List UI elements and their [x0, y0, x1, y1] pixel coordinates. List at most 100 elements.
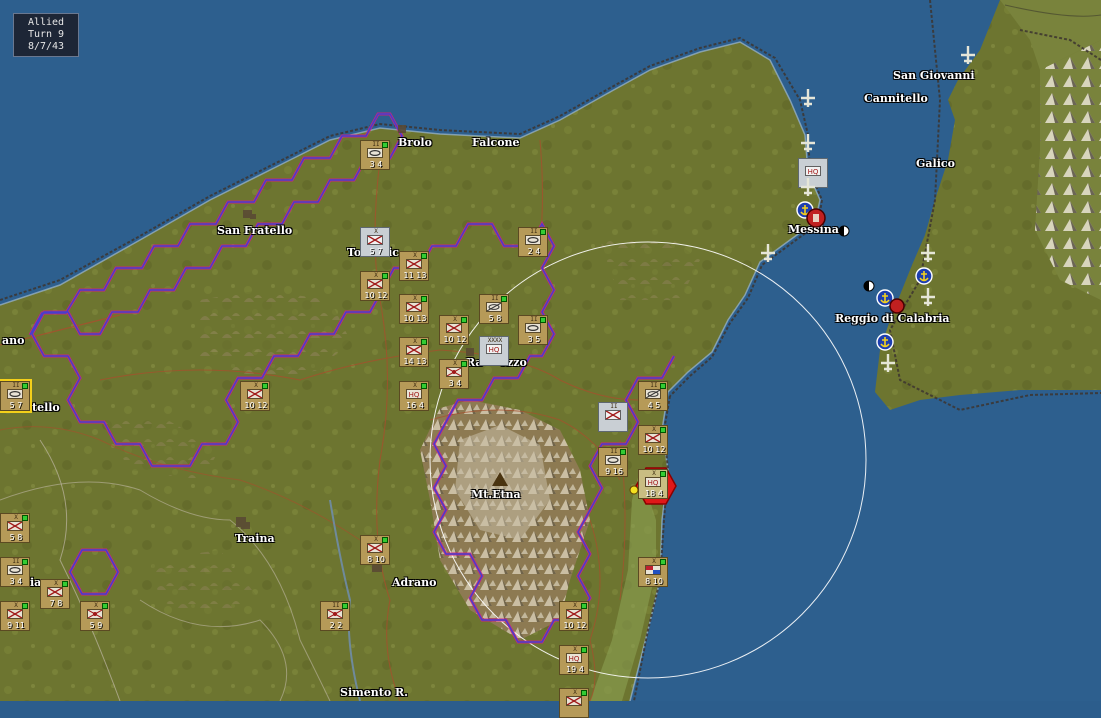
unit-strength-label: 14 13: [403, 357, 427, 366]
unit-counter-infantry[interactable]: II: [598, 402, 628, 432]
airfield-icon[interactable]: [798, 88, 818, 112]
unit-counter-flag[interactable]: X8 10: [638, 557, 668, 587]
unit-counter-infantry[interactable]: X 10 12: [360, 271, 390, 301]
unit-counter-infantry[interactable]: X 10 12: [638, 425, 668, 455]
armor-symbol-icon: [525, 323, 541, 333]
unit-counter-recon[interactable]: II 5 8: [479, 294, 509, 324]
infantry-symbol-icon: [605, 410, 621, 420]
armor-symbol-icon: [7, 565, 23, 575]
unit-counter-infantry[interactable]: X 10 12: [240, 381, 270, 411]
supply-status-icon: [262, 383, 268, 389]
unit-counter-artillery[interactable]: II 2 2: [320, 601, 350, 631]
game-map[interactable]: [0, 0, 1101, 701]
unit-counter-infantry[interactable]: X 10 13: [399, 294, 429, 324]
airfield-icon[interactable]: [758, 243, 778, 267]
infantry-symbol-icon: [566, 696, 582, 706]
unit-strength-label: 10 12: [563, 621, 587, 630]
svg-text:HQ: HQ: [409, 391, 420, 398]
unit-counter-armor[interactable]: II 3 4: [360, 140, 390, 170]
airfield-icon[interactable]: [798, 177, 818, 201]
unit-counter-infantry[interactable]: X: [559, 688, 589, 718]
supply-status-icon: [382, 537, 388, 543]
city-target-icon[interactable]: [805, 207, 827, 233]
unit-strength-label: 4 5: [647, 401, 661, 410]
place-label: Falcone: [472, 136, 520, 149]
place-label: Brolo: [398, 136, 432, 149]
place-label: tello: [32, 401, 60, 414]
port-anchor-icon[interactable]: [876, 333, 894, 355]
unit-strength-label: 8 10: [367, 555, 385, 564]
unit-counter-armor[interactable]: II 3 5: [518, 315, 548, 345]
unit-strength-label: 5 8: [9, 533, 23, 542]
infantry-symbol-icon: [47, 587, 63, 597]
infantry-symbol-icon: [446, 323, 462, 333]
airfield-icon[interactable]: [798, 133, 818, 157]
hq-symbol-icon: HQ: [486, 344, 502, 354]
unit-counter-hq[interactable]: X HQ 16 4: [399, 381, 429, 411]
unit-counter-infantry[interactable]: X5 8: [0, 513, 30, 543]
supply-status-icon: [660, 383, 666, 389]
recon-symbol-icon: [486, 302, 502, 312]
infantry-symbol-icon: [7, 521, 23, 531]
unit-counter-infantry[interactable]: X 10 12: [439, 315, 469, 345]
airfield-icon[interactable]: [918, 287, 938, 311]
unit-counter-infantry[interactable]: X 11 13: [399, 251, 429, 281]
unit-counter-hq[interactable]: XXXX HQ: [479, 336, 509, 366]
recon-symbol-icon: [645, 389, 661, 399]
supply-status-icon: [22, 515, 28, 521]
unit-counter-armor[interactable]: II 5 7: [0, 379, 32, 413]
artillery-symbol-icon: [327, 609, 343, 619]
unit-counter-hq[interactable]: X HQ 19 4: [559, 645, 589, 675]
svg-text:HQ: HQ: [569, 655, 580, 662]
half-moon-icon: [838, 222, 850, 241]
supply-status-icon: [382, 273, 388, 279]
infantry-symbol-icon: [7, 609, 23, 619]
place-label: San Giovanni: [893, 69, 975, 82]
unit-counter-armor[interactable]: II 9 16: [598, 447, 628, 477]
supply-status-icon: [581, 690, 587, 696]
unit-counter-infantry[interactable]: X 14 13: [399, 337, 429, 367]
unit-strength-label: 5 8: [488, 314, 502, 323]
supply-status-icon: [382, 142, 388, 148]
supply-status-icon: [22, 383, 28, 389]
unit-counter-artillery[interactable]: X5 9: [80, 601, 110, 631]
airfield-icon[interactable]: [878, 353, 898, 377]
place-label: Simento R.: [340, 686, 408, 699]
unit-strength-label: 10 12: [244, 401, 268, 410]
supply-status-icon: [581, 647, 587, 653]
place-label: Cannitello: [864, 92, 928, 105]
supply-status-icon: [581, 603, 587, 609]
place-label: Traina: [235, 532, 275, 545]
supply-status-icon: [421, 296, 427, 302]
unit-counter-armor[interactable]: II 2 4: [518, 227, 548, 257]
unit-counter-infantry[interactable]: X8 10: [360, 535, 390, 565]
unit-strength-label: 5 9: [89, 621, 103, 630]
city-target-icon[interactable]: [888, 297, 906, 319]
unit-counter-recon[interactable]: II 4 5: [638, 381, 668, 411]
unit-counter-infantry[interactable]: X9 11: [0, 601, 30, 631]
svg-text:HQ: HQ: [489, 346, 500, 353]
unit-strength-label: 16 4: [406, 401, 424, 410]
unit-strength-label: 11 13: [403, 271, 427, 280]
infantry-symbol-icon: [406, 259, 422, 269]
unit-counter-armor[interactable]: II 3 4: [0, 557, 30, 587]
port-anchor-icon[interactable]: [915, 267, 933, 289]
unit-counter-infantry[interactable]: X7 8: [40, 579, 70, 609]
place-label: ano: [2, 334, 25, 347]
unit-counter-infantry[interactable]: X 5 7: [360, 227, 390, 257]
unit-strength-label: 3 4: [448, 379, 462, 388]
airfield-icon[interactable]: [958, 45, 978, 69]
unit-strength-label: 9 16: [605, 467, 623, 476]
infantry-symbol-icon: [645, 433, 661, 443]
unit-strength-label: 10 12: [642, 445, 666, 454]
unit-strength-label: 10 13: [403, 314, 427, 323]
supply-status-icon: [620, 449, 626, 455]
infantry-symbol-icon: [367, 279, 383, 289]
unit-counter-infantry[interactable]: X 10 12: [559, 601, 589, 631]
unit-strength-label: 3 4: [9, 577, 23, 586]
infantry-symbol-icon: [367, 543, 383, 553]
unit-counter-artillery[interactable]: X3 4: [439, 359, 469, 389]
unit-counter-hq[interactable]: X HQ 18 4: [638, 469, 668, 499]
armor-symbol-icon: [7, 389, 23, 399]
airfield-icon[interactable]: [918, 243, 938, 267]
